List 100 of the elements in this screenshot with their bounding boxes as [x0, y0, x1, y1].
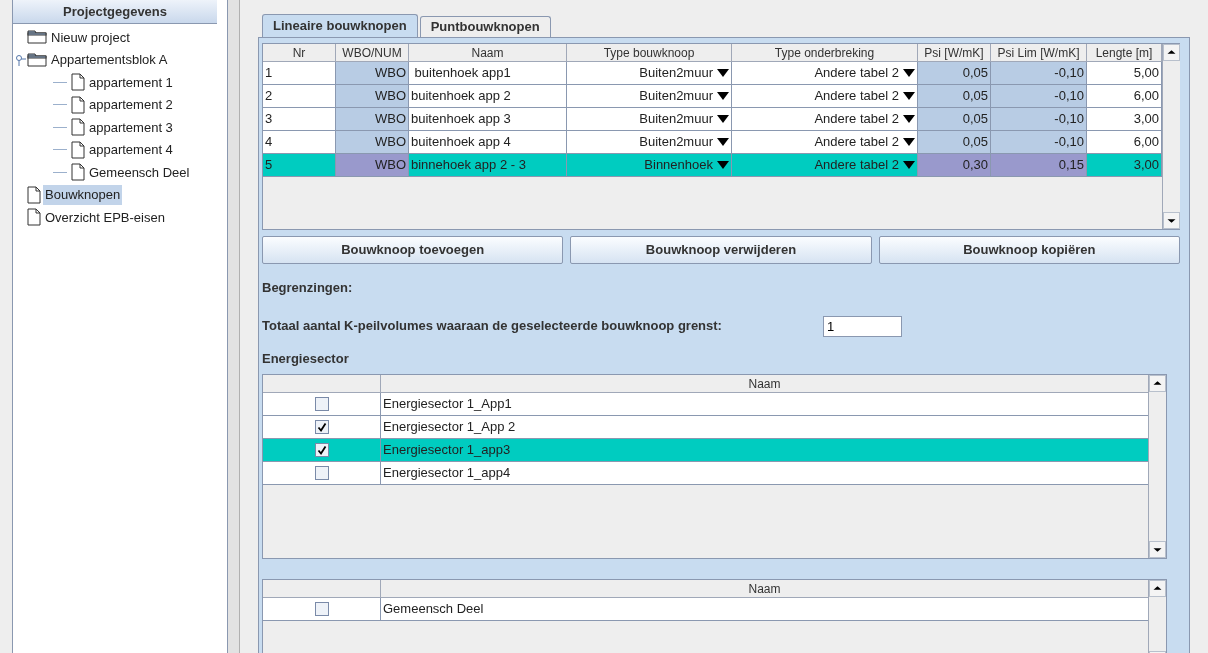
checkmark-icon — [316, 445, 327, 455]
action-button[interactable]: Bouwknoop toevoegen — [262, 236, 564, 264]
table-cell: WBO — [336, 85, 409, 107]
table-cell: WBO — [336, 108, 409, 130]
dropdown-caret-icon — [717, 138, 729, 146]
table-cell[interactable]: Andere tabel 2 — [732, 62, 918, 84]
table-row[interactable]: 5 WBO binnehoek app 2 - 3 Binnenhoek Andere tabel 2 0,30 0,15 3,00 — [263, 154, 1162, 177]
column-header[interactable]: Psi [W/mK] — [918, 44, 991, 61]
table-cell[interactable]: Buiten2muur — [567, 85, 732, 107]
tree-item[interactable]: appartement 3 — [87, 117, 175, 137]
action-button[interactable]: Bouwknoop kopiëren — [878, 236, 1180, 264]
table-cell: 5,00 — [1087, 62, 1162, 84]
table-cell: 0,15 — [991, 154, 1087, 176]
table-cell: 1 — [263, 62, 336, 84]
column-header[interactable]: Type onderbreking — [732, 44, 918, 61]
table-cell: 0,05 — [918, 62, 991, 84]
dropdown-caret-icon — [717, 115, 729, 123]
table-cell: 0,05 — [918, 131, 991, 153]
document-icon — [27, 185, 41, 204]
dropdown-caret-icon — [903, 92, 915, 100]
table-cell[interactable]: Buiten2muur — [567, 108, 732, 130]
panel-header: Projectgegevens — [13, 0, 217, 24]
scrollbar[interactable] — [1148, 580, 1166, 653]
tree-item[interactable]: Gemeensch Deel — [87, 162, 192, 182]
checkmark-icon — [316, 422, 327, 432]
column-header[interactable]: Nr — [263, 44, 336, 61]
field-label: Totaal aantal K-peilvolumes waaraan de geselecteerde bouwknoop grenst: — [262, 317, 723, 336]
table-row[interactable]: 3 WBO buitenhoek app 3 Buiten2muur Andere tabel 2 0,05 -0,10 3,00 — [263, 108, 1162, 131]
tree-item[interactable]: Overzicht EPB-eisen — [43, 207, 167, 227]
table-cell: WBO — [336, 62, 409, 84]
table-cell-text: Energiesector 1_app3 — [382, 441, 512, 460]
table-cell[interactable]: Buiten2muur — [567, 62, 732, 84]
table-row[interactable]: 4 WBO buitenhoek app 4 Buiten2muur Andere tabel 2 0,05 -0,10 6,00 — [263, 131, 1162, 154]
document-icon — [71, 140, 85, 159]
table-cell: 0,05 — [918, 85, 991, 107]
table-cell: 3,00 — [1087, 108, 1162, 130]
table-cell-text: Gemeensch Deel — [382, 600, 485, 619]
table-cell: 5 — [263, 154, 336, 176]
table-cell[interactable]: Andere tabel 2 — [732, 154, 918, 176]
table-row[interactable]: 2 WBO buitenhoek app 2 Buiten2muur Andere tabel 2 0,05 -0,10 6,00 — [263, 85, 1162, 108]
table-row[interactable]: Energiesector 1_App1 — [263, 393, 1148, 416]
tree-item[interactable]: Bouwknopen — [43, 185, 123, 205]
table-cell[interactable]: Binnenhoek — [567, 154, 732, 176]
table-cell: -0,10 — [991, 131, 1087, 153]
table-row[interactable]: Energiesector 1_app3 — [263, 439, 1148, 462]
tree-item[interactable]: Nieuw project — [49, 27, 132, 47]
action-button[interactable]: Bouwknoop verwijderen — [570, 236, 872, 264]
table-row[interactable]: Energiesector 1_app4 — [263, 462, 1148, 485]
scrollbar[interactable] — [1162, 44, 1180, 229]
table-row[interactable]: Gemeensch Deel — [263, 598, 1148, 621]
table-row[interactable]: Energiesector 1_App 2 — [263, 416, 1148, 439]
tree-item[interactable]: Appartementsblok A — [49, 50, 170, 70]
folder-icon — [27, 52, 47, 67]
dropdown-caret-icon — [717, 161, 729, 169]
folder-icon — [27, 30, 47, 45]
checkbox[interactable] — [314, 466, 329, 480]
column-header[interactable]: Psi Lim [W/mK] — [991, 44, 1087, 61]
table-cell[interactable]: Andere tabel 2 — [732, 85, 918, 107]
table-cell: 6,00 — [1087, 85, 1162, 107]
table-cell: 3,00 — [1087, 154, 1162, 176]
document-icon — [71, 118, 85, 137]
section-label: Begrenzingen: — [262, 279, 354, 297]
tree-handle-icon[interactable] — [15, 53, 27, 66]
column-header[interactable]: WBO/NUM — [336, 44, 409, 61]
input-field[interactable]: 1 — [823, 315, 902, 337]
dropdown-caret-icon — [903, 161, 915, 169]
dropdown-caret-icon — [903, 115, 915, 123]
table-cell: 2 — [263, 85, 336, 107]
table-cell: 3 — [263, 108, 336, 130]
table-cell-text: Energiesector 1_App1 — [382, 395, 513, 414]
table-cell[interactable]: Buiten2muur — [567, 131, 732, 153]
checkbox[interactable] — [314, 420, 329, 434]
scrollbar[interactable] — [1148, 375, 1166, 558]
table-cell: 0,30 — [918, 154, 991, 176]
table-cell[interactable]: Andere tabel 2 — [732, 108, 918, 130]
table-cell: buitenhoek app 3 — [409, 108, 567, 130]
checkbox[interactable] — [314, 443, 329, 457]
checkbox[interactable] — [314, 602, 329, 616]
dropdown-caret-icon — [903, 69, 915, 77]
document-icon — [71, 73, 85, 92]
table-cell: WBO — [336, 131, 409, 153]
table-cell: -0,10 — [991, 108, 1087, 130]
table-cell: binnehoek app 2 - 3 — [409, 154, 567, 176]
column-header[interactable]: Naam — [381, 375, 1148, 392]
column-header[interactable]: Naam — [381, 580, 1148, 597]
tree-item[interactable]: appartement 1 — [87, 72, 175, 92]
tree-item[interactable]: appartement 4 — [87, 140, 175, 160]
table-cell: buitenhoek app 4 — [409, 131, 567, 153]
table-row[interactable]: 1 WBO buitenhoek app1 Buiten2muur Andere tabel 2 0,05 -0,10 5,00 — [263, 62, 1162, 85]
document-icon — [71, 95, 85, 114]
table-cell: buitenhoek app1 — [409, 62, 567, 84]
column-header[interactable]: Naam — [409, 44, 567, 61]
tree-item[interactable]: appartement 2 — [87, 95, 175, 115]
tab[interactable]: Lineaire bouwknopen — [262, 14, 418, 37]
table-cell: buitenhoek app 2 — [409, 85, 567, 107]
table-cell[interactable]: Andere tabel 2 — [732, 131, 918, 153]
tab[interactable]: Puntbouwknopen — [419, 16, 551, 37]
checkbox[interactable] — [314, 397, 329, 411]
column-header[interactable]: Type bouwknoop — [567, 44, 732, 61]
table-cell: 4 — [263, 131, 336, 153]
